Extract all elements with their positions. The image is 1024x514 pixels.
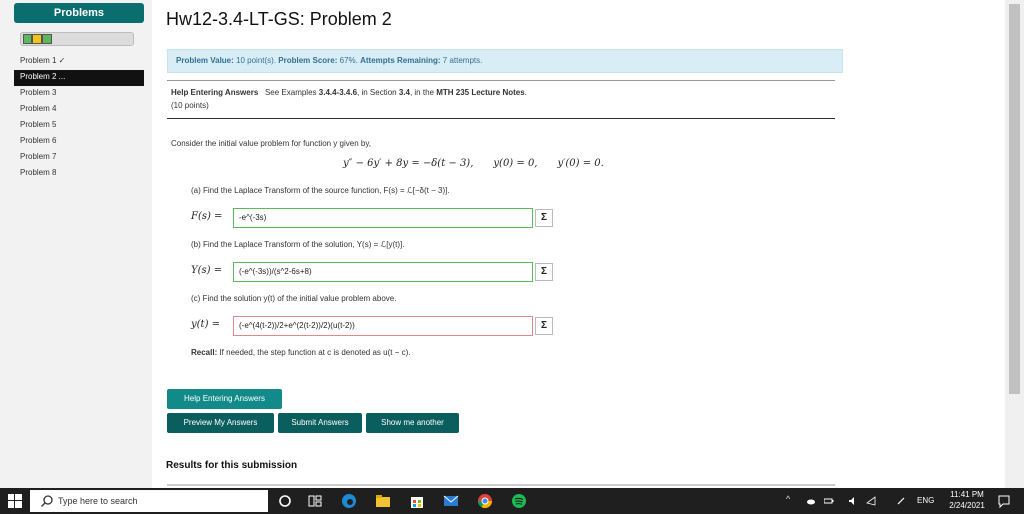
- recall-text: If needed, the step function at c is den…: [217, 348, 411, 357]
- pen-icon[interactable]: [896, 496, 906, 506]
- equation-editor-button-c[interactable]: Σ: [535, 317, 553, 335]
- sidebar-item-problem-7[interactable]: Problem 7: [14, 150, 144, 166]
- recall-note: Recall: If needed, the step function at …: [191, 348, 410, 357]
- help-text-pre: See Examples: [264, 88, 319, 97]
- language-indicator[interactable]: ENG: [917, 496, 934, 505]
- results-heading: Results for this submission: [166, 460, 298, 471]
- part-b-question: (b) Find the Laplace Transform of the so…: [191, 240, 405, 249]
- progress-bar: [20, 32, 134, 46]
- sidebar-item-problem-4[interactable]: Problem 4: [14, 102, 144, 118]
- search-icon: [41, 495, 53, 507]
- sidebar-item-problem-5[interactable]: Problem 5: [14, 118, 144, 134]
- problems-sidebar: Problems Problem 1 ✓ Problem 2 ... Probl…: [0, 0, 152, 488]
- part-c-label: y(t) =: [191, 319, 221, 330]
- page-title: Hw12-3.4-LT-GS: Problem 2: [166, 9, 392, 29]
- help-entering-answers-button[interactable]: Help Entering Answers: [167, 389, 282, 409]
- answer-field-a[interactable]: -e^(-3s): [233, 208, 533, 228]
- battery-icon[interactable]: [824, 496, 834, 506]
- help-text-end: .: [524, 88, 527, 97]
- windows-taskbar: Type here to search ^ ENG 11:41 PM 2/24/…: [0, 488, 1024, 514]
- taskbar-search-input[interactable]: Type here to search: [30, 490, 268, 512]
- answer-field-c[interactable]: (-e^(4(t-2))/2+e^(2(t-2))/2)(u(t-2)): [233, 316, 533, 336]
- sidebar-item-problem-6[interactable]: Problem 6: [14, 134, 144, 150]
- results-divider: [167, 484, 835, 486]
- cortana-icon[interactable]: [276, 492, 294, 510]
- problem-main: Hw12-3.4-LT-GS: Problem 2 Problem Value:…: [165, 0, 845, 488]
- problem-value-label: Problem Value:: [176, 56, 234, 65]
- help-section: 3.4: [398, 88, 410, 97]
- divider: [167, 80, 835, 81]
- recall-label: Recall:: [191, 348, 218, 357]
- sidebar-item-problem-2[interactable]: Problem 2 ...: [14, 70, 144, 86]
- progress-segment-correct: [23, 34, 32, 44]
- answer-field-b[interactable]: (-e^(-3s))/(s^2-6s+8): [233, 262, 533, 282]
- sidebar-item-problem-1[interactable]: Problem 1 ✓: [14, 54, 144, 70]
- clock-date[interactable]: 2/24/2021: [944, 501, 990, 510]
- problems-header: Problems: [14, 3, 144, 23]
- wifi-icon[interactable]: [866, 496, 876, 506]
- scrollbar-thumb[interactable]: [1009, 4, 1020, 394]
- part-a-question: (a) Find the Laplace Transform of the so…: [191, 186, 450, 195]
- mail-icon[interactable]: [442, 492, 460, 510]
- problem-list: Problem 1 ✓ Problem 2 ... Problem 3 Prob…: [14, 54, 144, 182]
- windows-start-icon[interactable]: [8, 494, 22, 508]
- page: Problems Problem 1 ✓ Problem 2 ... Probl…: [0, 0, 1024, 514]
- notification-icon[interactable]: [997, 494, 1011, 508]
- part-c-question: (c) Find the solution y(t) of the initia…: [191, 294, 397, 303]
- edge-browser-icon[interactable]: [340, 492, 358, 510]
- equation-editor-button-b[interactable]: Σ: [535, 263, 553, 281]
- ode-expression: y″ − 6y′ + 8y = −δ(t − 3),: [343, 158, 474, 169]
- problem-intro: Consider the initial value problem for f…: [171, 139, 371, 148]
- cloud-icon[interactable]: [806, 496, 816, 506]
- divider: [167, 118, 835, 119]
- spotify-icon[interactable]: [510, 492, 528, 510]
- chrome-icon[interactable]: [476, 492, 494, 510]
- part-a-label: F(s) =: [191, 211, 223, 222]
- progress-segment-correct: [42, 34, 52, 44]
- clock-time[interactable]: 11:41 PM: [946, 490, 988, 499]
- part-b-label: Y(s) =: [191, 265, 223, 276]
- sidebar-item-problem-8[interactable]: Problem 8: [14, 166, 144, 182]
- task-view-icon[interactable]: [306, 492, 324, 510]
- help-line: Help Entering Answers See Examples 3.4.4…: [171, 88, 527, 97]
- volume-icon[interactable]: [848, 496, 858, 506]
- help-notes: MTH 235 Lecture Notes: [436, 88, 525, 97]
- submit-answers-button[interactable]: Submit Answers: [278, 413, 362, 433]
- tray-overflow-icon[interactable]: ^: [786, 494, 790, 504]
- problem-status-box: Problem Value: 10 point(s). Problem Scor…: [167, 49, 843, 73]
- show-another-button[interactable]: Show me another: [366, 413, 459, 433]
- help-examples: 3.4.4-3.4.6: [318, 88, 358, 97]
- file-explorer-icon[interactable]: [374, 492, 392, 510]
- ode-equation: y″ − 6y′ + 8y = −δ(t − 3), y(0) = 0, y′(0)…: [343, 158, 604, 169]
- problem-value: 10 point(s).: [233, 56, 279, 65]
- help-heading: Help Entering Answers: [171, 88, 259, 97]
- problem-score-label: Problem Score:: [278, 56, 338, 65]
- points-text: (10 points): [171, 101, 209, 110]
- store-icon[interactable]: [408, 492, 426, 510]
- help-text-mid: , in Section: [357, 88, 399, 97]
- attempts-remaining: 7 attempts.: [440, 56, 483, 65]
- vertical-scrollbar[interactable]: [1005, 0, 1024, 488]
- progress-segment-partial: [32, 34, 42, 44]
- equation-editor-button-a[interactable]: Σ: [535, 209, 553, 227]
- sidebar-item-problem-3[interactable]: Problem 3: [14, 86, 144, 102]
- initial-condition-1: y(0) = 0,: [493, 158, 538, 169]
- initial-condition-2: y′(0) = 0.: [557, 158, 604, 169]
- preview-answers-button[interactable]: Preview My Answers: [167, 413, 274, 433]
- help-text-mid2: , in the: [409, 88, 437, 97]
- problem-score: 67%.: [337, 56, 361, 65]
- attempts-label: Attempts Remaining:: [360, 56, 441, 65]
